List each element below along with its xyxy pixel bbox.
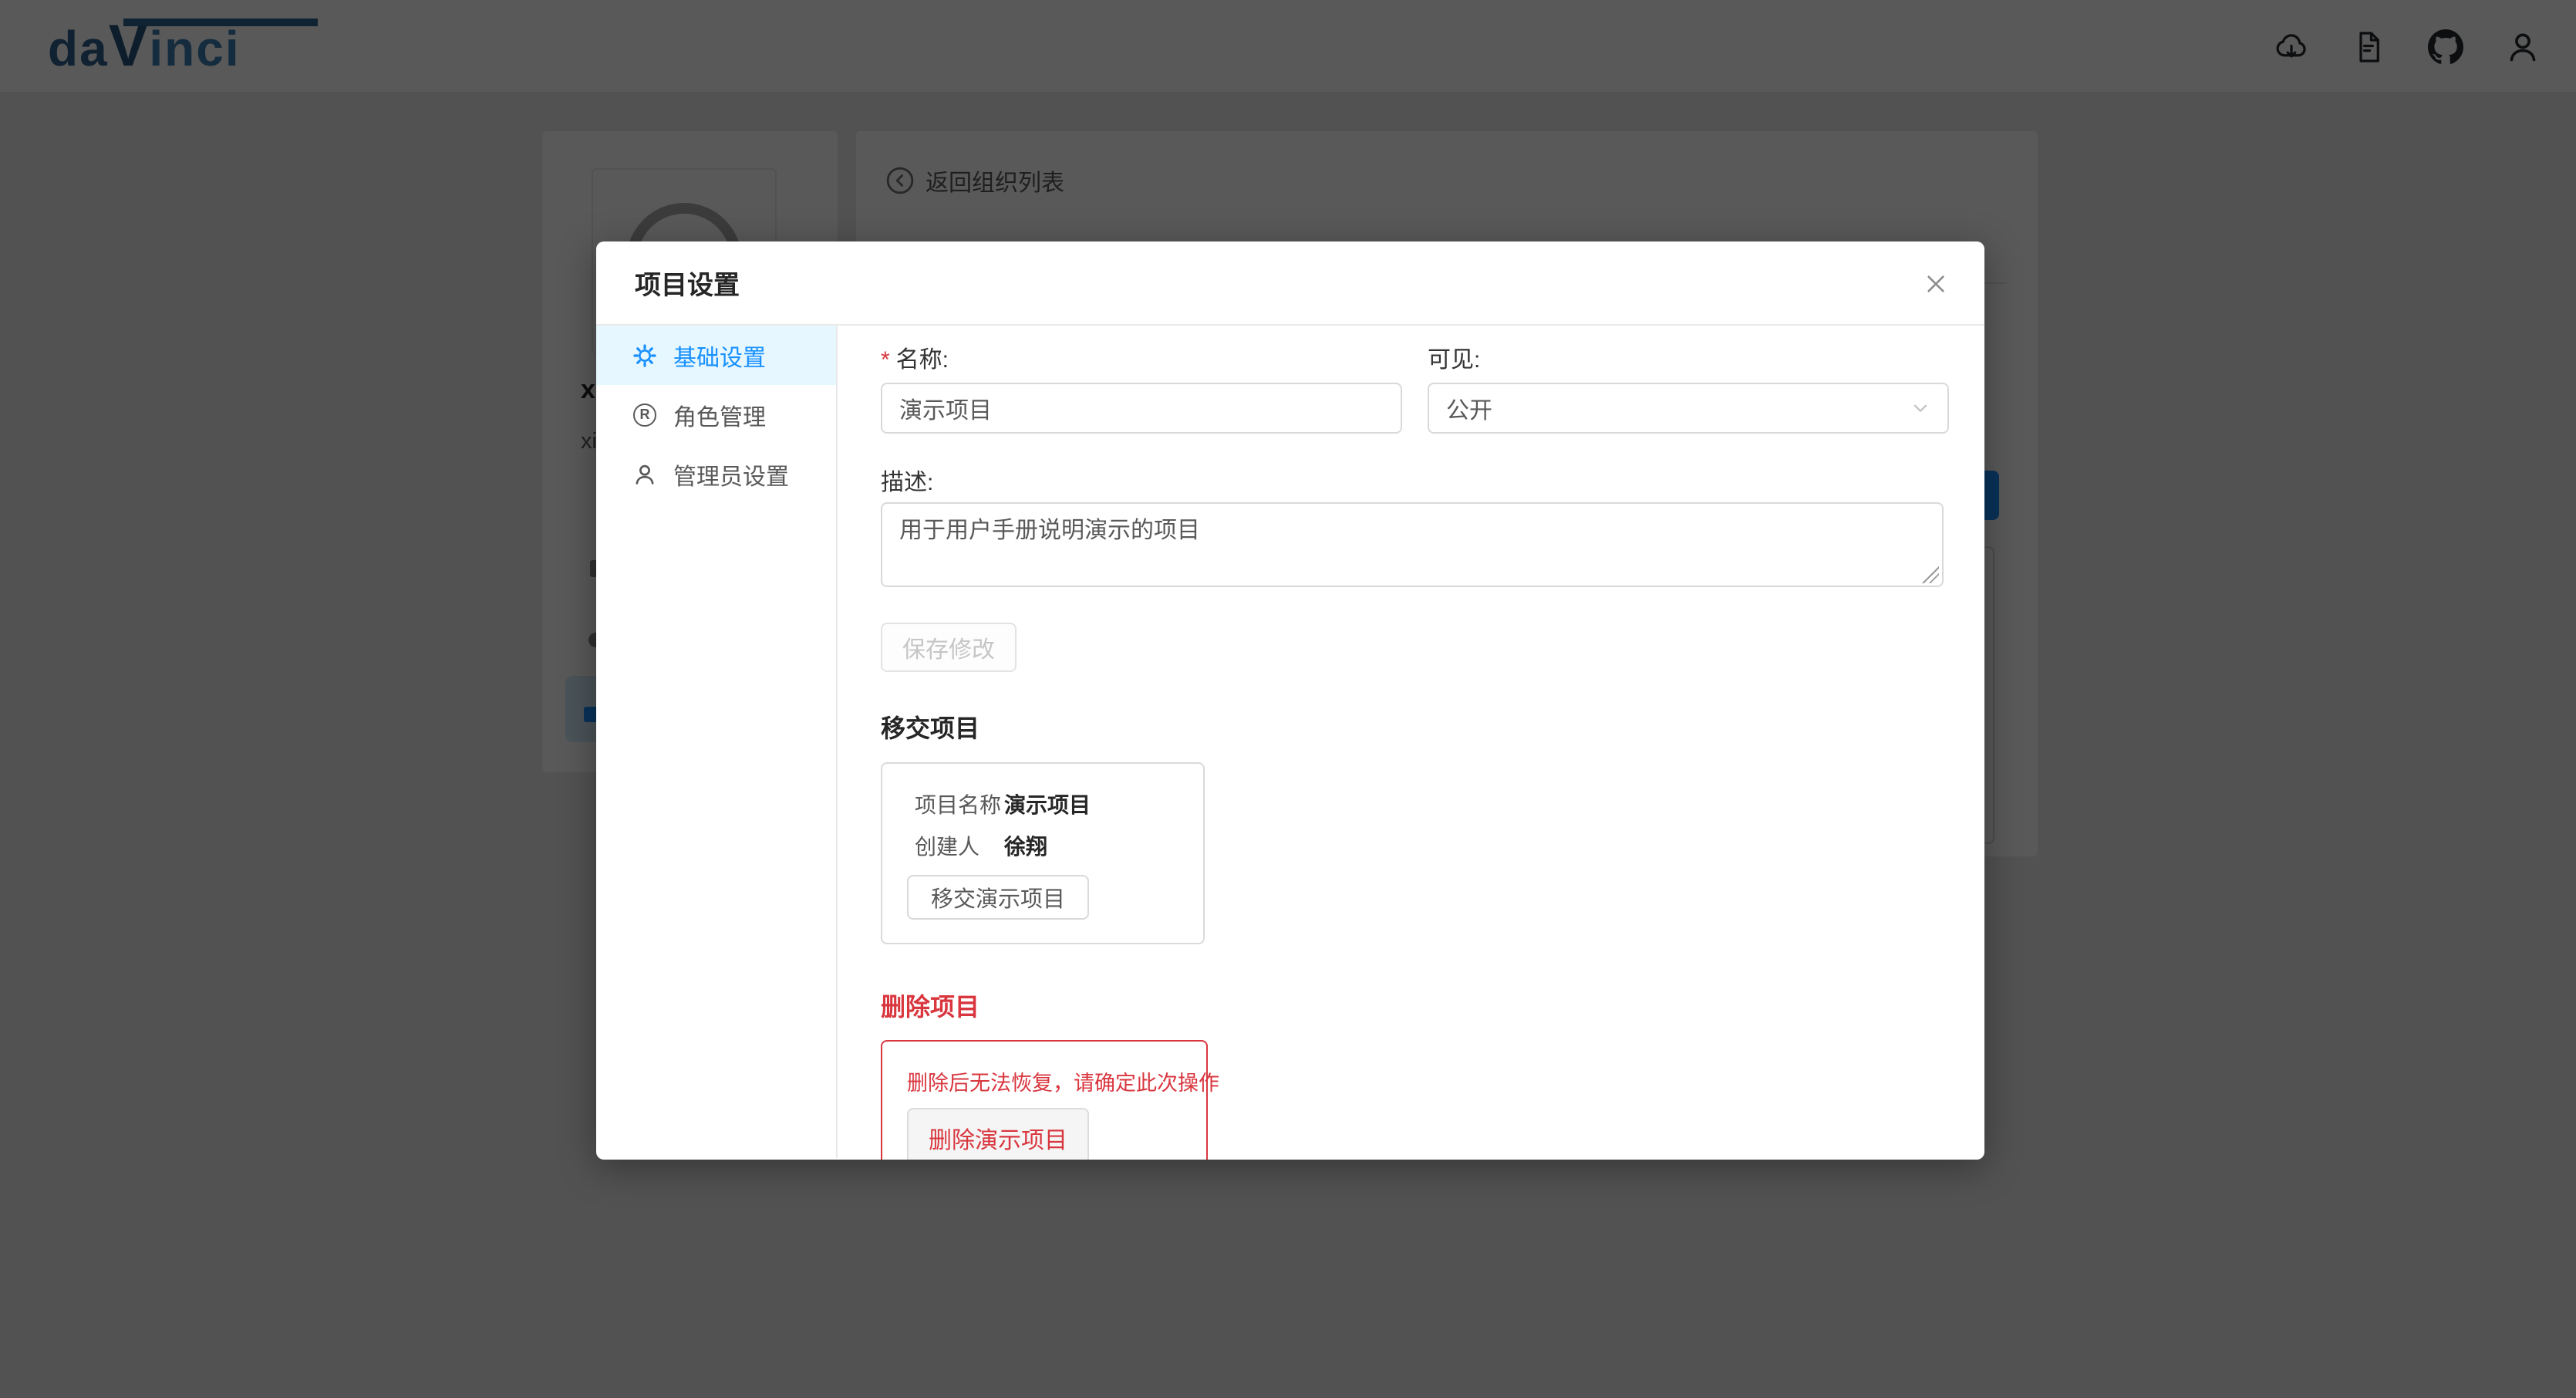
creator-label: 创建人 — [915, 830, 1004, 861]
registered-icon: R — [632, 402, 658, 428]
sidebar-item-role-management[interactable]: R 角色管理 — [596, 385, 836, 444]
description-textarea[interactable]: 用于用户手册说明演示的项目 — [881, 502, 1944, 587]
close-icon[interactable] — [1913, 262, 1958, 306]
save-changes-button[interactable]: 保存修改 — [881, 623, 1017, 672]
transfer-creator-row: 创建人徐翔 — [915, 830, 1047, 861]
transfer-project-name-row: 项目名称演示项目 — [915, 788, 1091, 819]
gear-icon — [632, 343, 658, 369]
project-settings-modal: 项目设置 — [596, 241, 1984, 1160]
app-root: daVinci — [0, 0, 2576, 1398]
transfer-project-button[interactable]: 移交演示项目 — [907, 875, 1089, 920]
delete-warning-box: 删除后无法恢复，请确定此次操作 删除演示项目 — [881, 1040, 1208, 1160]
modal-body: 基础设置 R 角色管理 管理员设置 — [596, 326, 1984, 1158]
delete-warning-text: 删除后无法恢复，请确定此次操作 — [907, 1066, 1219, 1096]
visibility-selected-value: 公开 — [1446, 391, 1492, 425]
visibility-label: 可见: — [1428, 340, 1480, 374]
chevron-down-icon — [1910, 398, 1930, 418]
modal-content: *名称: 可见: 公开 描述: 用于用户手册说明演示的项目 保存修改 移交项目 — [838, 326, 1984, 1158]
visibility-select[interactable]: 公开 — [1428, 383, 1949, 434]
sidebar-item-label: 基础设置 — [673, 339, 766, 373]
transfer-card: 项目名称演示项目 创建人徐翔 移交演示项目 — [881, 762, 1205, 944]
user-icon — [632, 461, 658, 488]
project-name-input[interactable] — [881, 383, 1402, 434]
sidebar-item-label: 管理员设置 — [673, 458, 789, 491]
project-name-label: 项目名称 — [915, 788, 1004, 819]
modal-header: 项目设置 — [596, 241, 1984, 326]
name-label: *名称: — [881, 340, 949, 374]
delete-project-button[interactable]: 删除演示项目 — [907, 1108, 1089, 1160]
sidebar-item-admin-settings[interactable]: 管理员设置 — [596, 444, 836, 504]
sidebar-item-label: 角色管理 — [673, 398, 766, 432]
project-name-value: 演示项目 — [1004, 793, 1091, 817]
delete-section-heading: 删除项目 — [881, 988, 979, 1023]
required-mark: * — [881, 347, 890, 373]
creator-value: 徐翔 — [1004, 835, 1047, 859]
sidebar-item-basic-settings[interactable]: 基础设置 — [596, 326, 836, 385]
modal-sidebar: 基础设置 R 角色管理 管理员设置 — [596, 326, 838, 1158]
transfer-section-heading: 移交项目 — [881, 709, 979, 745]
modal-title: 项目设置 — [635, 264, 740, 302]
description-label: 描述: — [881, 463, 933, 497]
